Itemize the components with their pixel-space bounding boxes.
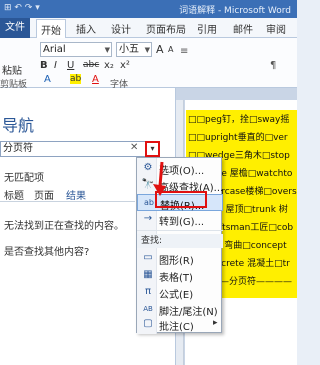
tab-review[interactable]: 审阅: [266, 21, 286, 36]
superscript-button[interactable]: x²: [120, 60, 130, 71]
tab-home[interactable]: 开始: [36, 19, 66, 39]
menu-separator: [137, 230, 223, 231]
footnote-icon: AB: [143, 305, 153, 313]
table-icon: ▦: [143, 269, 153, 280]
menu-item-goto[interactable]: → 转到(G)...: [137, 211, 223, 228]
highlight-button[interactable]: ab: [70, 74, 82, 84]
shape-icon: ▭: [143, 252, 153, 263]
menu-item-label: 图形(R): [159, 256, 194, 267]
not-found-message: 无法找到正在查找的内容。: [4, 221, 124, 232]
submenu-arrow-icon: ▸: [213, 318, 218, 328]
show-marks-icon[interactable]: ¶: [270, 60, 276, 71]
paragraph-icon[interactable]: ≡: [180, 46, 188, 57]
tab-pages[interactable]: 页面: [34, 187, 54, 202]
tab-insert[interactable]: 插入: [76, 21, 96, 36]
menu-item-label: 公式(E): [159, 290, 194, 301]
search-other-message: 是否查找其他内容?: [4, 247, 90, 258]
font-size-value: 小五: [119, 44, 139, 55]
font-name-value: Arial: [43, 44, 66, 55]
menu-item-label: 表格(T): [159, 273, 193, 284]
tab-mailings[interactable]: 邮件: [233, 21, 253, 36]
font-name-combo[interactable]: Arial ▼: [40, 42, 112, 57]
nav-title: 导航: [2, 116, 35, 135]
red-arrow-annotation: [153, 161, 166, 196]
grow-font-button[interactable]: A: [156, 43, 164, 56]
tab-references[interactable]: 引用: [197, 21, 217, 36]
search-options-dropdown[interactable]: ▾: [145, 141, 160, 157]
title-bar: ⊞ ↶ ↷ ▾ 词语解释 - Microsoft Word: [0, 0, 297, 18]
bold-button[interactable]: B: [40, 60, 48, 71]
tab-results[interactable]: 结果: [66, 187, 86, 202]
paste-button[interactable]: 粘贴: [2, 62, 22, 77]
italic-button[interactable]: I: [54, 60, 57, 71]
tab-file[interactable]: 文件: [0, 18, 30, 38]
divider: [0, 201, 135, 202]
strike-button[interactable]: abc: [83, 60, 99, 70]
pi-icon: π: [144, 286, 152, 297]
tab-headings[interactable]: 标题: [4, 187, 24, 202]
tab-design[interactable]: 设计: [111, 21, 131, 36]
menu-item-tables[interactable]: ▦ 表格(T): [137, 267, 223, 284]
menu-item-comments[interactable]: ▢ 批注(C) ▸: [137, 316, 223, 333]
menu-item-graphics[interactable]: ▭ 图形(R): [137, 250, 223, 267]
menu-item-label: 转到(G)...: [159, 217, 205, 228]
window-title: 词语解释 - Microsoft Word: [179, 6, 291, 16]
tab-layout[interactable]: 页面布局: [146, 21, 186, 36]
replace-icon: ab: [144, 198, 154, 207]
shrink-font-button[interactable]: A: [168, 45, 173, 54]
no-match-text: 无匹配项: [4, 173, 44, 184]
close-icon[interactable]: ✕: [130, 142, 138, 153]
subscript-button[interactable]: x₂: [104, 60, 114, 71]
underline-button[interactable]: U: [67, 60, 74, 71]
font-color-button[interactable]: A: [92, 74, 99, 85]
ribbon-tabs: 文件 开始 插入 设计 页面布局 引用 邮件 审阅: [0, 18, 297, 39]
menu-item-equations[interactable]: π 公式(E): [137, 284, 223, 301]
doc-line[interactable]: □□upright垂直的□ver: [188, 130, 297, 143]
arrow-right-icon: →: [143, 213, 153, 224]
chevron-down-icon: ▼: [104, 46, 110, 54]
menu-item-label: 批注(C): [159, 322, 194, 333]
text-effects-button[interactable]: A: [44, 74, 51, 85]
font-size-combo[interactable]: 小五 ▼: [116, 42, 152, 57]
quick-access-toolbar[interactable]: ⊞ ↶ ↷ ▾: [4, 3, 40, 13]
doc-line[interactable]: □□peg钉，拴□sway摇: [188, 112, 297, 125]
find-section-header: 查找:: [137, 234, 223, 248]
comment-icon: ▢: [143, 318, 153, 329]
chevron-down-icon: ▼: [144, 46, 150, 54]
